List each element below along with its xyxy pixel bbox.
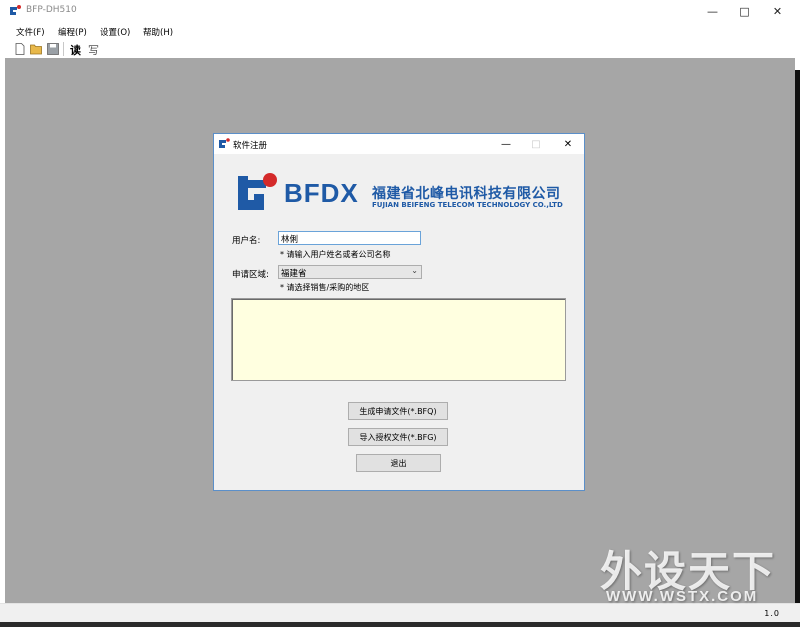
toolbar-separator <box>63 42 64 56</box>
read-button[interactable]: 读 <box>70 42 81 58</box>
minimize-icon: — <box>501 138 511 150</box>
save-icon[interactable] <box>47 43 59 58</box>
dialog-logo-icon <box>218 137 230 153</box>
dialog-title-bar: 软件注册 — □ ✕ <box>214 134 584 154</box>
close-icon: ✕ <box>563 138 573 150</box>
background-strip <box>795 70 800 603</box>
brand-name: BFDX <box>284 178 359 208</box>
minimize-icon: — <box>707 4 718 18</box>
app-title: BFP-DH510 <box>26 5 77 15</box>
close-icon: ✕ <box>772 4 783 18</box>
dialog-minimize-button[interactable]: — <box>490 134 522 154</box>
company-name-en: FUJIAN BEIFENG TELECOM TECHNOLOGY CO.,LT… <box>372 201 563 209</box>
menu-program[interactable]: 编程(P) <box>58 26 87 38</box>
import-license-button[interactable]: 导入授权文件(*.BFG) <box>348 428 448 446</box>
generate-request-button[interactable]: 生成申请文件(*.BFQ) <box>348 402 448 420</box>
username-hint: * 请输入用户姓名或者公司名称 <box>280 250 391 259</box>
chevron-down-icon: ⌄ <box>411 266 418 275</box>
main-title-bar: BFP-DH510 — □ ✕ <box>0 0 800 22</box>
menu-help[interactable]: 帮助(H) <box>143 26 173 38</box>
username-input[interactable]: 林俐 <box>278 231 421 245</box>
new-file-icon[interactable] <box>15 43 25 58</box>
region-hint: * 请选择销售/采购的地区 <box>280 283 370 292</box>
region-select[interactable]: 福建省 ⌄ <box>278 265 422 279</box>
dialog-title: 软件注册 <box>233 141 268 151</box>
request-info-textarea[interactable] <box>231 298 566 381</box>
bfdx-logo-icon <box>232 172 280 217</box>
registration-dialog: 软件注册 — □ ✕ BFDX 福建省北峰电讯科技有限公司 FUJIAN BEI… <box>213 133 585 491</box>
app-logo-icon <box>8 4 22 21</box>
open-folder-icon[interactable] <box>30 43 43 58</box>
status-bar: 1.0 <box>0 603 800 623</box>
version-label: 1.0 <box>764 609 780 618</box>
region-select-value: 福建省 <box>281 269 307 279</box>
username-label: 用户名: <box>232 236 261 246</box>
dialog-close-button[interactable]: ✕ <box>552 134 584 154</box>
region-label: 申请区域: <box>232 270 269 280</box>
menu-bar: 文件(F) 编程(P) 设置(O) 帮助(H) <box>0 22 800 40</box>
menu-settings[interactable]: 设置(O) <box>100 26 130 38</box>
maximize-icon: □ <box>739 4 750 18</box>
maximize-icon: □ <box>531 138 541 150</box>
write-button[interactable]: 写 <box>88 42 99 58</box>
watermark-text-en: WWW.WSTX.COM <box>606 588 759 605</box>
company-name-cn: 福建省北峰电讯科技有限公司 <box>372 186 561 202</box>
menu-file[interactable]: 文件(F) <box>16 26 45 38</box>
toolbar: 读 写 <box>0 40 800 58</box>
close-button[interactable]: ✕ <box>755 0 800 22</box>
bottom-strip <box>0 622 800 627</box>
exit-button[interactable]: 退出 <box>356 454 441 472</box>
company-logo: BFDX 福建省北峰电讯科技有限公司 FUJIAN BEIFENG TELECO… <box>232 172 572 214</box>
dialog-maximize-button: □ <box>520 134 552 154</box>
